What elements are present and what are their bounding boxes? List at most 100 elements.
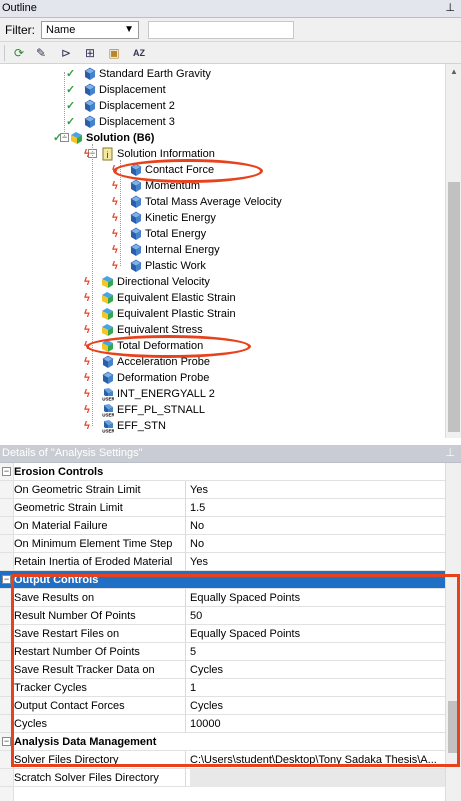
filter-bar: Filter: Name ▼ [0, 18, 461, 42]
property-value[interactable]: No [190, 517, 445, 535]
lightning-icon: ϟ [84, 324, 90, 337]
tree-item-label: Momentum [145, 180, 201, 193]
tree-item[interactable]: ϟ i Solution Information [84, 146, 215, 162]
property-row[interactable]: Save Results on Equally Spaced Points [0, 589, 445, 607]
check-icon: ✓ [66, 116, 76, 129]
tree-item[interactable]: ϟ Momentum [112, 178, 200, 194]
check-icon: ✓ [66, 84, 76, 97]
tree-item-label: Standard Earth Gravity [99, 68, 211, 81]
refresh-icon[interactable]: ⟳ [11, 45, 27, 61]
tree-scroll-thumb[interactable] [448, 182, 460, 432]
property-row[interactable]: Output Contact Forces Cycles [0, 697, 445, 715]
probe-icon [124, 227, 142, 241]
tree-item[interactable]: ϟ Contact Force [112, 162, 214, 178]
lightning-icon: ϟ [84, 404, 90, 417]
tree-item-label: Equivalent Elastic Strain [117, 292, 236, 305]
property-group-header[interactable]: − Output Controls [0, 571, 445, 589]
tree-item[interactable]: ϟ Deformation Probe [84, 370, 209, 386]
property-row[interactable]: Save Restart Files on Equally Spaced Poin… [0, 625, 445, 643]
edit-icon[interactable]: ✎ [33, 45, 49, 61]
details-grid: − Erosion Controls On Geometric Strain Lim… [0, 463, 445, 801]
tree-item[interactable]: ϟ USER EFF_STN [84, 418, 166, 434]
property-value[interactable]: Cycles [190, 661, 445, 679]
tree-item[interactable]: ϟ Internal Energy [112, 242, 220, 258]
property-value[interactable]: Yes [190, 553, 445, 571]
tree-item-label: EFF_PL_STNALL [117, 404, 206, 417]
lightning-icon: ϟ [112, 228, 118, 241]
property-row[interactable]: On Minimum Element Time Step No [0, 535, 445, 553]
result-icon [96, 275, 114, 289]
tree-item-label: EFF_STN [117, 420, 166, 433]
pin-icon[interactable]: ⊥ [445, 0, 455, 17]
tree-item-label: Kinetic Energy [145, 212, 216, 225]
property-row[interactable]: Result Number Of Points 50 [0, 607, 445, 625]
property-row[interactable]: On Geometric Strain Limit Yes [0, 481, 445, 499]
collapse-icon[interactable]: − [2, 467, 11, 476]
property-row[interactable]: On Material Failure No [0, 517, 445, 535]
tree-item[interactable]: ϟ USER INT_ENERGYALL 2 [84, 386, 215, 402]
property-row[interactable]: Retain Inertia of Eroded Material Yes [0, 553, 445, 571]
collapse-icon[interactable]: − [2, 737, 11, 746]
property-value[interactable]: 1 [190, 679, 445, 697]
sort-az-icon[interactable]: AZ [131, 45, 147, 61]
tree-item-label: Total Deformation [117, 340, 204, 353]
property-row[interactable]: Geometric Strain Limit 1.5 [0, 499, 445, 517]
result-icon [96, 339, 114, 353]
pin-icon[interactable]: ⊥ [445, 445, 455, 462]
tree-item[interactable]: ✓ Displacement [66, 82, 166, 98]
tree-item[interactable]: ϟ Acceleration Probe [84, 354, 210, 370]
property-row[interactable]: Save Result Tracker Data on Cycles [0, 661, 445, 679]
scroll-up-icon[interactable]: ▲ [446, 64, 461, 80]
tree-item-label: Displacement [99, 84, 166, 97]
displacement-icon [78, 115, 96, 129]
property-value[interactable]: 10000 [190, 715, 445, 733]
property-row[interactable]: Tracker Cycles 1 [0, 679, 445, 697]
filter-select[interactable]: Name ▼ [41, 21, 139, 39]
property-value[interactable]: No [190, 535, 445, 553]
tree-item[interactable]: ϟ Total Mass Average Velocity [112, 194, 282, 210]
tree-item[interactable]: ϟ Directional Velocity [84, 274, 210, 290]
property-value[interactable]: 50 [190, 607, 445, 625]
probe-icon [124, 179, 142, 193]
property-group-header[interactable]: − Erosion Controls [0, 463, 445, 481]
property-value[interactable]: Equally Spaced Points [190, 625, 445, 643]
tree-item[interactable]: ϟ Equivalent Plastic Strain [84, 306, 236, 322]
tree-item[interactable]: ϟ Total Energy [112, 226, 206, 242]
property-row[interactable]: Cycles 10000 [0, 715, 445, 733]
property-value[interactable]: 1.5 [190, 499, 445, 517]
tree-item[interactable]: ✓ Solution (B6) [53, 130, 154, 146]
tree-item[interactable]: ϟ Total Deformation [84, 338, 203, 354]
property-row[interactable]: Solver Files Directory C:\Users\student\D… [0, 751, 445, 769]
property-row[interactable]: Scratch Solver Files Directory [0, 769, 445, 787]
property-value[interactable]: Equally Spaced Points [190, 589, 445, 607]
details-scrollbar[interactable] [445, 463, 461, 801]
property-value[interactable]: 5 [190, 643, 445, 661]
tree-item[interactable]: ✓ Displacement 3 [66, 114, 175, 130]
tree-item[interactable]: ϟ Equivalent Elastic Strain [84, 290, 236, 306]
check-icon: ✓ [66, 100, 76, 113]
tree-item[interactable]: ϟ Equivalent Stress [84, 322, 203, 338]
property-name: Save Result Tracker Data on [14, 661, 186, 679]
filter-input[interactable] [148, 21, 294, 39]
property-group-header[interactable]: − Analysis Data Management [0, 733, 445, 751]
tree-item-label: Solution (B6) [86, 132, 155, 145]
tree-item[interactable]: ϟ Plastic Work [112, 258, 206, 274]
property-row[interactable]: Restart Number Of Points 5 [0, 643, 445, 661]
tree-item[interactable]: ϟ USER EFF_PL_STNALL [84, 402, 205, 418]
tree-scrollbar[interactable]: ▲ [445, 64, 461, 438]
lightning-icon: ϟ [84, 308, 90, 321]
tree-icon[interactable]: ⊳ [58, 45, 74, 61]
property-value[interactable]: Yes [190, 481, 445, 499]
folder-icon[interactable]: ▣ [106, 45, 122, 61]
tree-item[interactable]: ✓ Displacement 2 [66, 98, 175, 114]
lightning-icon: ϟ [112, 260, 118, 273]
property-value[interactable] [190, 769, 445, 787]
tree-item[interactable]: ✓ Standard Earth Gravity [66, 66, 211, 82]
tree-item[interactable]: ϟ Kinetic Energy [112, 210, 216, 226]
property-value[interactable]: Cycles [190, 697, 445, 715]
collapse-icon[interactable]: − [2, 575, 11, 584]
property-value[interactable]: C:\Users\student\Desktop\Tony Sadaka The… [190, 751, 445, 769]
expand-all-icon[interactable]: ⊞ [82, 45, 98, 61]
details-scroll-thumb[interactable] [448, 701, 460, 753]
property-name: Output Contact Forces [14, 697, 186, 715]
